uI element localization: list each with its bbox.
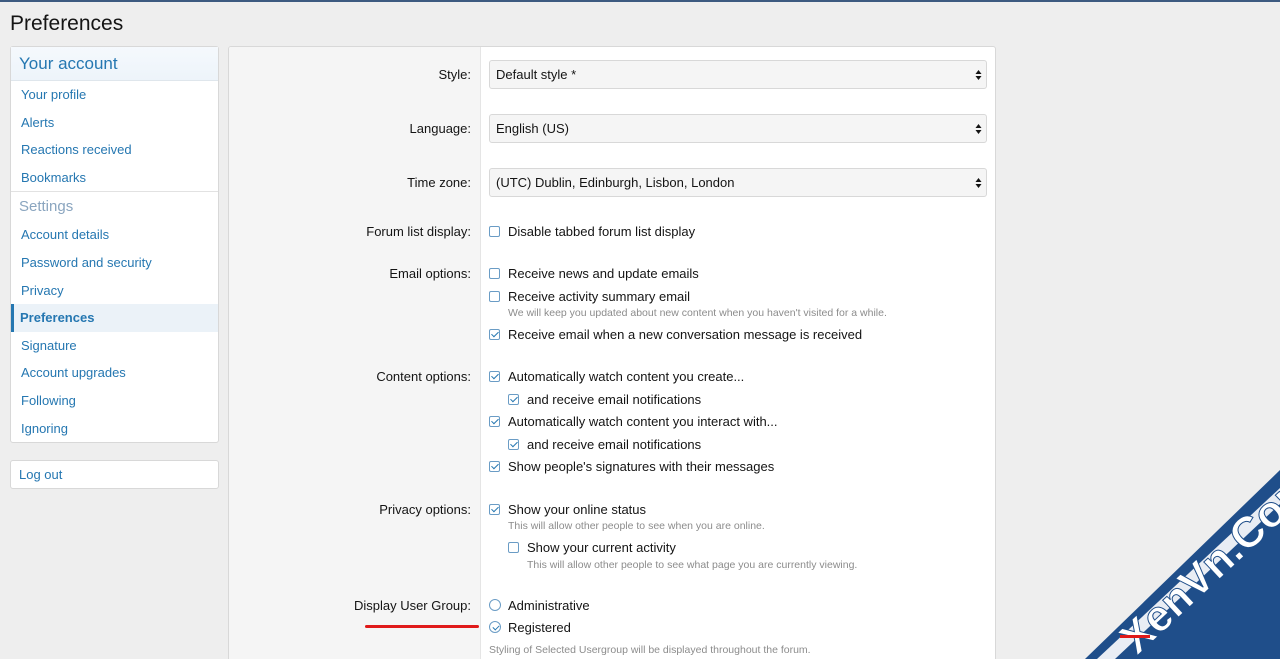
email-activity-text: Receive activity summary email — [508, 289, 691, 304]
current-activity-text: Show your current activity — [527, 540, 676, 555]
timezone-select-value: (UTC) Dublin, Edinburgh, Lisbon, London — [496, 175, 735, 190]
watch-interact-text: Automatically watch content you interact… — [508, 414, 778, 429]
sidebar-item-signature[interactable]: Signature — [11, 332, 218, 360]
signatures-text: Show people's signatures with their mess… — [508, 459, 775, 474]
current-activity-option[interactable]: Show your current activity — [508, 540, 676, 556]
checkbox-checked[interactable] — [508, 394, 519, 405]
sidebar-item-account-details[interactable]: Account details — [11, 221, 218, 249]
sidebar-item-password-security[interactable]: Password and security — [11, 249, 218, 277]
xenvn-watermark-logo: XenVn.Com — [1085, 470, 1280, 659]
sidebar-item-alerts[interactable]: Alerts — [11, 109, 218, 137]
email-conversation-option[interactable]: Receive email when a new conversation me… — [489, 327, 862, 343]
page-title: Preferences — [10, 12, 124, 35]
watch-interact-option[interactable]: Automatically watch content you interact… — [489, 414, 778, 430]
display-user-group-label: Display User Group: — [231, 598, 479, 628]
usergroup-administrative-option[interactable]: Administrative — [489, 598, 590, 614]
watch-create-email-text: and receive email notifications — [527, 392, 702, 407]
sidebar-item-account-upgrades[interactable]: Account upgrades — [11, 359, 218, 387]
content-options-label: Content options: — [376, 369, 471, 384]
sidebar-item-ignoring[interactable]: Ignoring — [11, 415, 218, 443]
language-label: Language: — [409, 121, 471, 136]
online-status-text: Show your online status — [508, 502, 647, 517]
signatures-option[interactable]: Show people's signatures with their mess… — [489, 459, 774, 475]
timezone-select[interactable]: (UTC) Dublin, Edinburgh, Lisbon, London — [489, 168, 987, 197]
checkbox-checked[interactable] — [489, 329, 500, 340]
checkbox-unchecked[interactable] — [489, 268, 500, 279]
select-arrows-icon — [975, 70, 982, 80]
sidebar-item-preferences[interactable]: Preferences — [11, 304, 218, 332]
label-column — [229, 47, 481, 659]
checkbox-unchecked[interactable] — [489, 291, 500, 302]
watch-interact-email-option[interactable]: and receive email notifications — [508, 437, 701, 453]
usergroup-registered-option[interactable]: Registered — [489, 620, 571, 636]
sidebar-item-reactions-received[interactable]: Reactions received — [11, 136, 218, 164]
checkbox-unchecked[interactable] — [508, 542, 519, 553]
language-select-value: English (US) — [496, 121, 569, 136]
language-select[interactable]: English (US) — [489, 114, 987, 143]
privacy-options-label: Privacy options: — [379, 502, 471, 517]
forum-list-option[interactable]: Disable tabbed forum list display — [489, 224, 695, 240]
checkbox-checked[interactable] — [489, 416, 500, 427]
checkbox-checked[interactable] — [489, 504, 500, 515]
timezone-label: Time zone: — [407, 175, 471, 190]
radio-unselected[interactable] — [489, 599, 501, 611]
sidebar-item-following[interactable]: Following — [11, 387, 218, 415]
forum-list-label: Forum list display: — [366, 224, 471, 239]
usergroup-administrative-text: Administrative — [508, 598, 590, 613]
top-accent-line — [0, 0, 1280, 2]
online-status-option[interactable]: Show your online status — [489, 502, 646, 518]
logout-link[interactable]: Log out — [10, 460, 219, 489]
style-label: Style: — [438, 67, 471, 82]
sidebar-header-settings: Settings — [11, 191, 218, 221]
email-activity-option[interactable]: Receive activity summary email — [489, 289, 690, 305]
account-sidebar: Your account Your profile Alerts Reactio… — [10, 46, 219, 444]
email-conversation-text: Receive email when a new conversation me… — [508, 327, 863, 342]
watch-create-email-option[interactable]: and receive email notifications — [508, 392, 701, 408]
email-activity-hint: We will keep you updated about new conte… — [508, 307, 887, 319]
watch-create-text: Automatically watch content you create..… — [508, 369, 745, 384]
usergroup-hint: Styling of Selected Usergroup will be di… — [489, 644, 811, 656]
checkbox-unchecked[interactable] — [489, 226, 500, 237]
sidebar-header-your-account[interactable]: Your account — [11, 47, 218, 81]
email-options-label: Email options: — [389, 266, 471, 281]
online-status-hint: This will allow other people to see when… — [508, 520, 765, 532]
forum-list-option-text: Disable tabbed forum list display — [508, 224, 696, 239]
email-news-option[interactable]: Receive news and update emails — [489, 266, 699, 282]
style-select-value: Default style * — [496, 67, 577, 82]
watch-interact-email-text: and receive email notifications — [527, 437, 702, 452]
current-activity-hint: This will allow other people to see what… — [527, 559, 858, 571]
usergroup-registered-text: Registered — [508, 620, 571, 635]
style-select[interactable]: Default style * — [489, 60, 987, 89]
checkbox-checked[interactable] — [489, 371, 500, 382]
email-news-text: Receive news and update emails — [508, 266, 699, 281]
radio-selected[interactable] — [489, 621, 501, 633]
sidebar-item-privacy[interactable]: Privacy — [11, 277, 218, 305]
checkbox-checked[interactable] — [489, 461, 500, 472]
checkbox-checked[interactable] — [508, 439, 519, 450]
select-arrows-icon — [975, 124, 982, 134]
preferences-form: Style: Default style * Language: English… — [228, 46, 996, 659]
sidebar-item-bookmarks[interactable]: Bookmarks — [11, 164, 218, 192]
select-arrows-icon — [975, 178, 982, 188]
watch-create-option[interactable]: Automatically watch content you create..… — [489, 369, 744, 385]
sidebar-item-your-profile[interactable]: Your profile — [11, 81, 218, 109]
